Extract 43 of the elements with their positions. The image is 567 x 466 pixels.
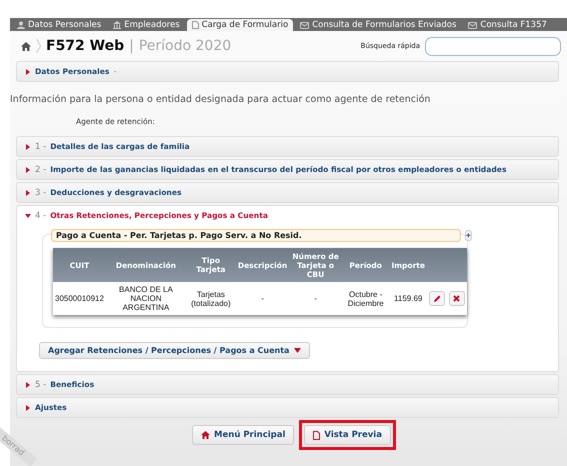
close-icon bbox=[453, 295, 460, 302]
footer-button[interactable]: Menú Principal bbox=[192, 425, 294, 445]
person-icon bbox=[17, 21, 25, 29]
tab[interactable]: Empleadores bbox=[108, 19, 185, 31]
envelope-icon bbox=[300, 22, 310, 28]
envelope-icon bbox=[468, 22, 478, 28]
add-button[interactable]: + bbox=[465, 230, 472, 241]
section-number: 3 - bbox=[35, 188, 46, 198]
title-separator: | bbox=[129, 38, 134, 54]
table-cell: - bbox=[236, 282, 290, 315]
info-text: Información para la persona o entidad designada para actuar como agente de retención bbox=[10, 93, 432, 107]
chevron-right-icon bbox=[36, 39, 41, 53]
pencil-icon bbox=[432, 294, 441, 302]
footer-button[interactable]: Vista Previa bbox=[304, 425, 391, 445]
home-icon bbox=[201, 431, 210, 439]
page-icon bbox=[192, 21, 199, 29]
section-number: 4 - bbox=[35, 210, 46, 220]
table-cell: 1159.69 bbox=[389, 282, 427, 315]
document-icon bbox=[313, 430, 320, 440]
tab[interactable]: Datos Personales bbox=[12, 19, 106, 31]
table-cell: BANCO DE LA NACION ARGENTINA bbox=[106, 282, 186, 315]
tab[interactable]: Consulta de Formularios Enviados bbox=[295, 19, 462, 31]
period-label: Período 2020 bbox=[138, 38, 232, 54]
add-dropdown-button[interactable]: Agregar Retenciones / Percepciones / Pagos a Cuenta bbox=[39, 342, 310, 359]
building-icon bbox=[113, 21, 122, 29]
tab[interactable]: Carga de Formulario bbox=[186, 19, 294, 31]
table-cell: Octubre - Diciembre bbox=[342, 282, 390, 315]
search-field[interactable] bbox=[425, 36, 561, 56]
caret-right-icon bbox=[25, 68, 31, 74]
section-suffix: - bbox=[113, 66, 117, 76]
table-cell: 30500010912 bbox=[53, 282, 106, 315]
delete-button[interactable] bbox=[448, 291, 465, 306]
home-icon[interactable] bbox=[21, 42, 31, 50]
edit-button[interactable] bbox=[428, 291, 445, 306]
section-number: 2 - bbox=[35, 164, 46, 174]
group-title: Pago a Cuenta - Per. Tarjetas p. Pago Serv. a No Resid. bbox=[51, 229, 461, 242]
section-number: 5 - bbox=[35, 380, 46, 390]
page-title: F572 Web bbox=[46, 38, 124, 54]
tab[interactable]: Consulta F1357 bbox=[463, 19, 552, 31]
caret-down-icon bbox=[294, 348, 302, 353]
table-cell: - bbox=[289, 282, 342, 315]
section-number: 1 - bbox=[35, 142, 46, 152]
table-cell: Tarjetas (totalizado) bbox=[186, 282, 236, 315]
